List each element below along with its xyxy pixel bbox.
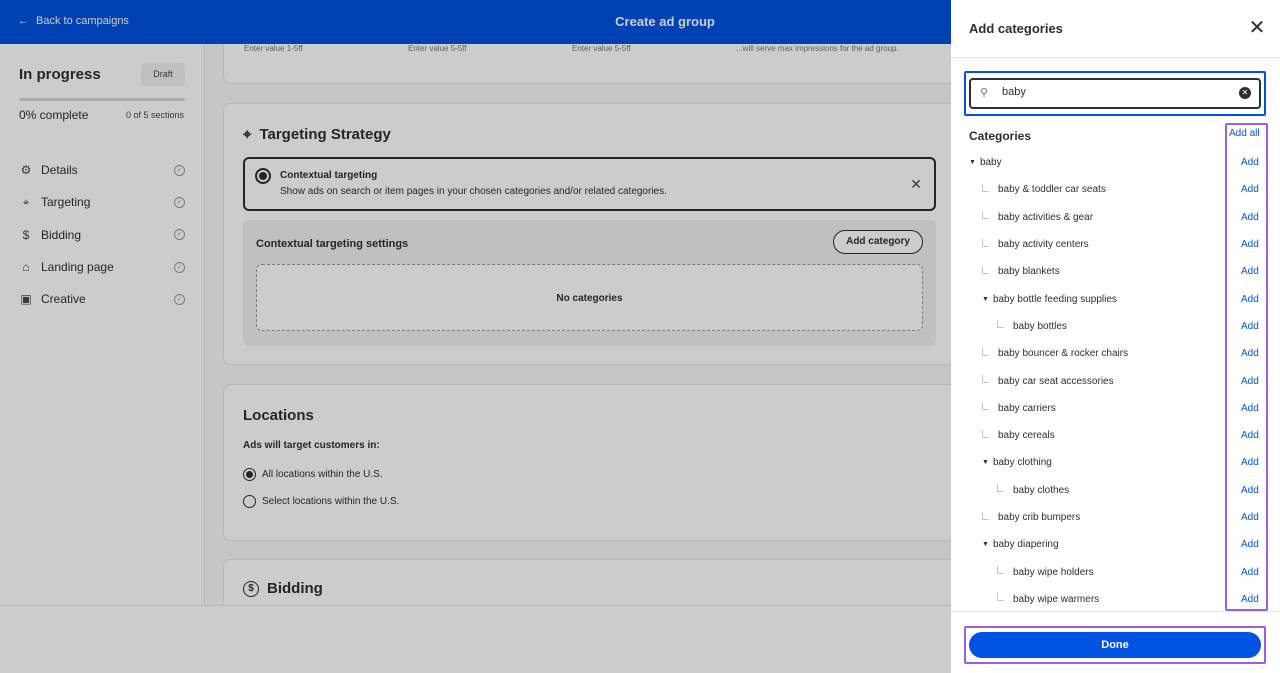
category-label[interactable]: ▼ baby diapering — [982, 539, 1059, 550]
category-name: baby cereals — [998, 430, 1055, 442]
panel-footer: Done — [951, 611, 1280, 673]
caret-down-icon[interactable]: ▼ — [982, 296, 989, 303]
add-category-link[interactable]: Add — [1241, 321, 1259, 332]
add-category-link[interactable]: Add — [1241, 567, 1259, 578]
category-name: baby crib bumpers — [998, 512, 1081, 523]
category-name: baby activities & gear — [998, 211, 1094, 223]
modal-overlay[interactable] — [0, 0, 951, 673]
tree-elbow-icon — [997, 566, 1004, 575]
add-category-link[interactable]: Add — [1241, 430, 1259, 441]
panel-title: Add categories — [969, 21, 1063, 36]
tree-elbow-icon — [997, 593, 1004, 602]
category-label[interactable]: ▼ baby bottle feeding supplies — [982, 294, 1117, 305]
category-name: baby & toddler car seats — [998, 184, 1106, 196]
add-category-link[interactable]: Add — [1241, 239, 1259, 250]
add-category-link[interactable]: Add — [1241, 212, 1259, 223]
category-label: baby cereals — [982, 429, 1055, 442]
category-label[interactable]: ▼ baby — [969, 157, 1002, 168]
add-category-link[interactable]: Add — [1241, 403, 1259, 414]
category-name: baby — [979, 157, 1002, 169]
add-category-link[interactable]: Add — [1241, 348, 1259, 359]
tree-elbow-icon — [997, 484, 1004, 493]
category-row: ▼ baby bottle feeding supplies Add — [951, 285, 1280, 312]
category-label: baby car seat accessories — [982, 375, 1114, 387]
category-row: baby & toddler car seats Add — [951, 176, 1280, 203]
category-name: baby activity centers — [998, 239, 1089, 251]
tree-elbow-icon — [982, 238, 989, 247]
tree-elbow-icon — [982, 211, 989, 220]
tree-elbow-icon — [982, 511, 989, 520]
category-label: baby & toddler car seats — [982, 183, 1106, 196]
category-name: baby bottles — [1013, 320, 1067, 332]
category-label: baby wipe holders — [997, 566, 1094, 578]
category-row: ▼ baby Add — [951, 149, 1280, 176]
add-category-link[interactable]: Add — [1241, 594, 1259, 605]
category-search[interactable]: ⚲ ✕ — [969, 78, 1261, 109]
category-row: baby bouncer & rocker chairs Add — [951, 340, 1280, 367]
category-name: baby clothing — [992, 457, 1052, 469]
panel-header: Add categories ✕ — [951, 0, 1280, 58]
add-category-link[interactable]: Add — [1241, 376, 1259, 387]
caret-down-icon[interactable]: ▼ — [969, 159, 976, 166]
category-name: baby bouncer & rocker chairs — [998, 348, 1129, 360]
category-name: baby blankets — [998, 266, 1060, 278]
category-label[interactable]: ▼ baby clothing — [982, 457, 1052, 468]
add-category-link[interactable]: Add — [1241, 184, 1259, 195]
category-row: baby cereals Add — [951, 422, 1280, 449]
tree-elbow-icon — [982, 347, 989, 356]
category-row: baby wipe holders Add — [951, 558, 1280, 585]
category-label: baby bottles — [997, 320, 1067, 332]
category-name: baby clothes — [1013, 484, 1070, 496]
category-row: ▼ baby clothing Add — [951, 449, 1280, 476]
category-row: baby activity centers Add — [951, 231, 1280, 258]
add-category-link[interactable]: Add — [1241, 539, 1259, 550]
close-icon[interactable]: ✕ — [1246, 17, 1268, 39]
category-label: baby wipe warmers — [997, 593, 1100, 605]
category-label: baby blankets — [982, 265, 1060, 278]
category-row: baby car seat accessories Add — [951, 367, 1280, 394]
category-label: baby activities & gear — [982, 211, 1094, 223]
add-category-link[interactable]: Add — [1241, 266, 1259, 277]
tree-elbow-icon — [982, 375, 989, 384]
add-category-link[interactable]: Add — [1241, 157, 1259, 168]
add-category-link[interactable]: Add — [1241, 294, 1259, 305]
category-name: baby carriers — [998, 402, 1056, 414]
category-label: baby activity centers — [982, 238, 1089, 251]
clear-icon[interactable]: ✕ — [1239, 87, 1251, 99]
search-input[interactable] — [1002, 86, 1222, 98]
category-tree: ▼ baby Add baby & toddler car seats Add baby … — [951, 149, 1280, 613]
category-name: baby wipe warmers — [1013, 593, 1100, 605]
category-row: baby clothes Add — [951, 477, 1280, 504]
category-row: ▼ baby diapering Add — [951, 531, 1280, 558]
caret-down-icon[interactable]: ▼ — [982, 541, 989, 548]
category-name: baby wipe holders — [1013, 566, 1094, 578]
categories-heading: Categories — [969, 129, 1032, 143]
add-all-link[interactable]: Add all — [1229, 128, 1260, 139]
tree-elbow-icon — [982, 183, 989, 192]
add-category-link[interactable]: Add — [1241, 457, 1259, 468]
tree-elbow-icon — [997, 320, 1004, 329]
category-label: baby clothes — [997, 484, 1070, 496]
category-label: baby crib bumpers — [982, 511, 1081, 523]
add-categories-panel: Add categories ✕ ⚲ ✕ Categories Add all … — [951, 0, 1280, 673]
category-name: baby bottle feeding supplies — [992, 293, 1117, 305]
category-row: baby blankets Add — [951, 258, 1280, 285]
category-row: baby crib bumpers Add — [951, 504, 1280, 531]
search-icon: ⚲ — [980, 87, 989, 99]
tree-elbow-icon — [982, 402, 989, 411]
category-row: baby carriers Add — [951, 395, 1280, 422]
category-label: baby bouncer & rocker chairs — [982, 347, 1129, 360]
caret-down-icon[interactable]: ▼ — [982, 459, 989, 466]
category-row: baby wipe warmers Add — [951, 586, 1280, 613]
add-category-link[interactable]: Add — [1241, 512, 1259, 523]
category-row: baby activities & gear Add — [951, 204, 1280, 231]
tree-elbow-icon — [982, 265, 989, 274]
category-name: baby diapering — [992, 539, 1059, 551]
category-name: baby car seat accessories — [998, 375, 1114, 387]
done-button[interactable]: Done — [969, 632, 1261, 658]
category-label: baby carriers — [982, 402, 1056, 414]
category-row: baby bottles Add — [951, 313, 1280, 340]
add-category-link[interactable]: Add — [1241, 485, 1259, 496]
tree-elbow-icon — [982, 429, 989, 438]
